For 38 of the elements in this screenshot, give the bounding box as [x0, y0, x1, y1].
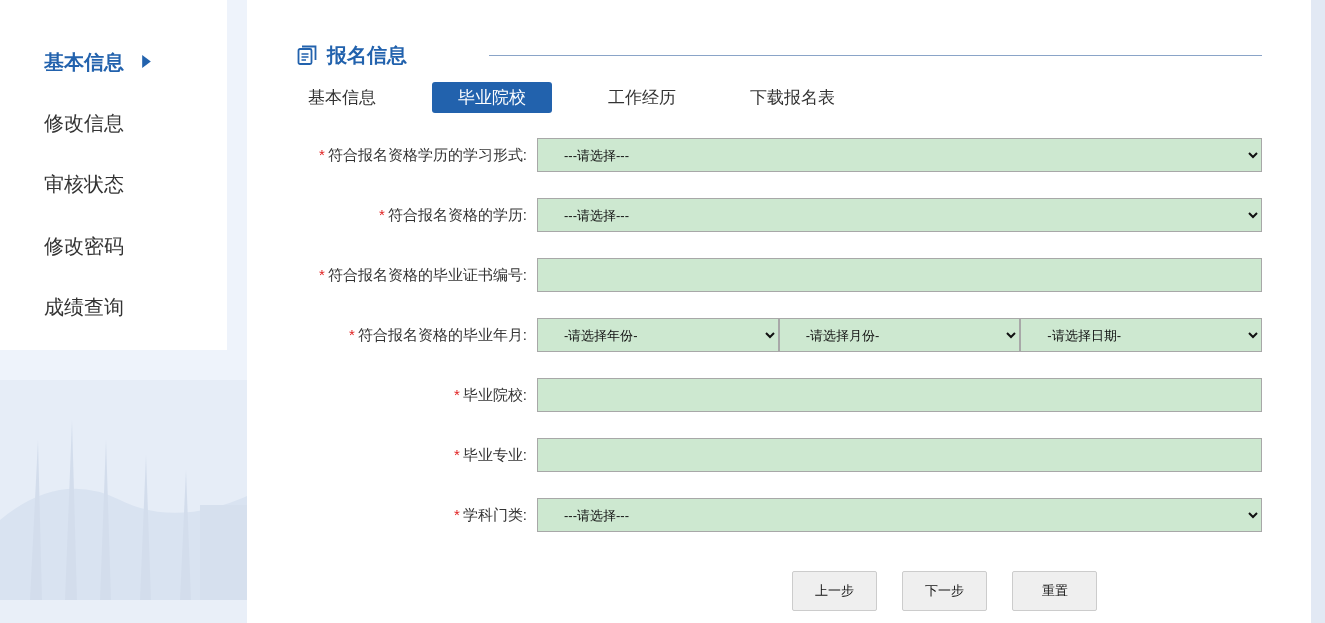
step-button[interactable]: 上一步: [792, 571, 877, 611]
dropdown[interactable]: ---请选择---: [537, 498, 1262, 532]
tab[interactable]: 工作经历: [582, 82, 702, 113]
field-label: 毕业专业:: [462, 445, 527, 463]
required-mark: *: [454, 385, 460, 403]
input-field[interactable]: [537, 438, 1262, 472]
tab[interactable]: 下载报名表: [732, 82, 852, 113]
sidebar-item[interactable]: 修改密码: [0, 227, 227, 289]
step-button[interactable]: 下一步: [902, 571, 987, 611]
tab[interactable]: 毕业院校: [432, 82, 552, 113]
sidebar-item[interactable]: 审核状态: [0, 166, 227, 228]
field-label: 符合报名资格学历的学习形式:: [327, 145, 527, 163]
section-title: 报名信息: [327, 42, 407, 68]
required-mark: *: [319, 145, 325, 163]
field-label: 学科门类:: [462, 505, 527, 523]
field-label: 符合报名资格的学历:: [387, 205, 527, 223]
required-mark: *: [319, 265, 325, 283]
dropdown[interactable]: ---请选择---: [537, 138, 1262, 172]
tab[interactable]: 基本信息: [282, 82, 402, 113]
field-label: 符合报名资格的毕业年月:: [357, 325, 527, 343]
dropdown[interactable]: -请选择月份-: [778, 318, 1021, 352]
required-mark: *: [379, 205, 385, 223]
required-mark: *: [454, 505, 460, 523]
step-button[interactable]: 重置: [1012, 571, 1097, 611]
required-mark: *: [454, 445, 460, 463]
field-label: 符合报名资格的毕业证书编号:: [327, 265, 527, 283]
input-field[interactable]: [537, 258, 1262, 292]
document-icon: [297, 45, 317, 65]
required-mark: *: [349, 325, 355, 343]
input-field[interactable]: [537, 378, 1262, 412]
dropdown[interactable]: -请选择日期-: [1020, 318, 1262, 352]
field-label: 毕业院校:: [462, 385, 527, 403]
sidebar-item[interactable]: 基本信息: [0, 44, 227, 106]
dropdown[interactable]: ---请选择---: [537, 198, 1262, 232]
caret-icon: [142, 55, 151, 68]
sidebar-item[interactable]: 成绩查询: [0, 288, 227, 350]
sidebar-item[interactable]: 修改信息: [0, 105, 227, 167]
dropdown[interactable]: -请选择年份-: [537, 318, 779, 352]
